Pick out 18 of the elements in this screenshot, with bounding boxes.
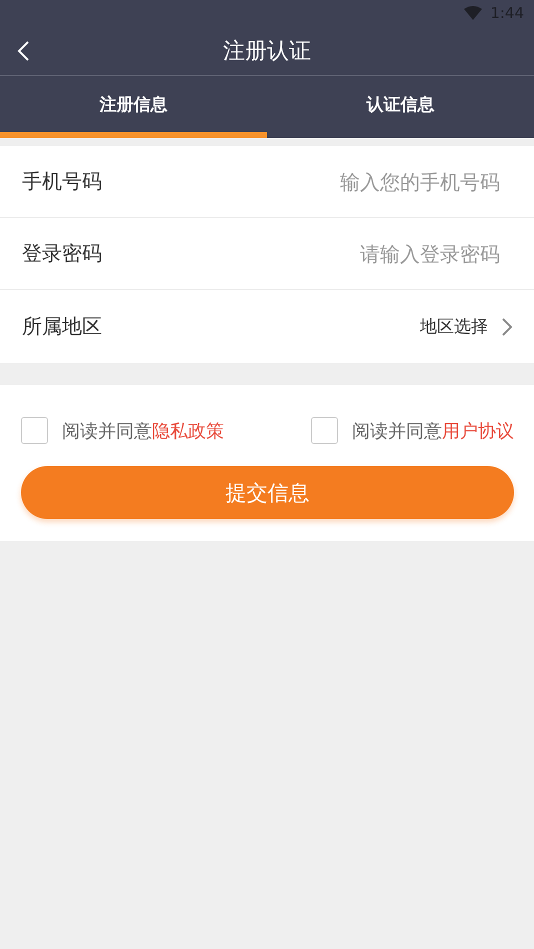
agreement-link[interactable]: 用户协议 [442,418,514,442]
field-label: 登录密码 [22,240,102,267]
field-label: 手机号码 [22,168,102,195]
wifi-icon [464,6,482,20]
agreement-text: 阅读并同意 [62,420,152,442]
input-field[interactable]: 请输入登录密码 [260,242,500,266]
checkbox[interactable] [21,417,48,444]
field-label: 所属地区 [22,313,102,340]
tab[interactable]: 认证信息 [267,76,534,138]
checkbox[interactable] [311,417,338,444]
region-select[interactable]: 地区选择 [420,315,488,338]
input-field[interactable]: 输入您的手机号码 [260,170,500,194]
page-title: 注册认证 [223,38,311,66]
tab[interactable]: 注册信息 [0,76,267,138]
agreement-text: 阅读并同意 [352,420,442,442]
chevron-right-icon [502,318,512,336]
agreement-link[interactable]: 隐私政策 [152,418,224,442]
back-icon[interactable] [16,40,30,62]
